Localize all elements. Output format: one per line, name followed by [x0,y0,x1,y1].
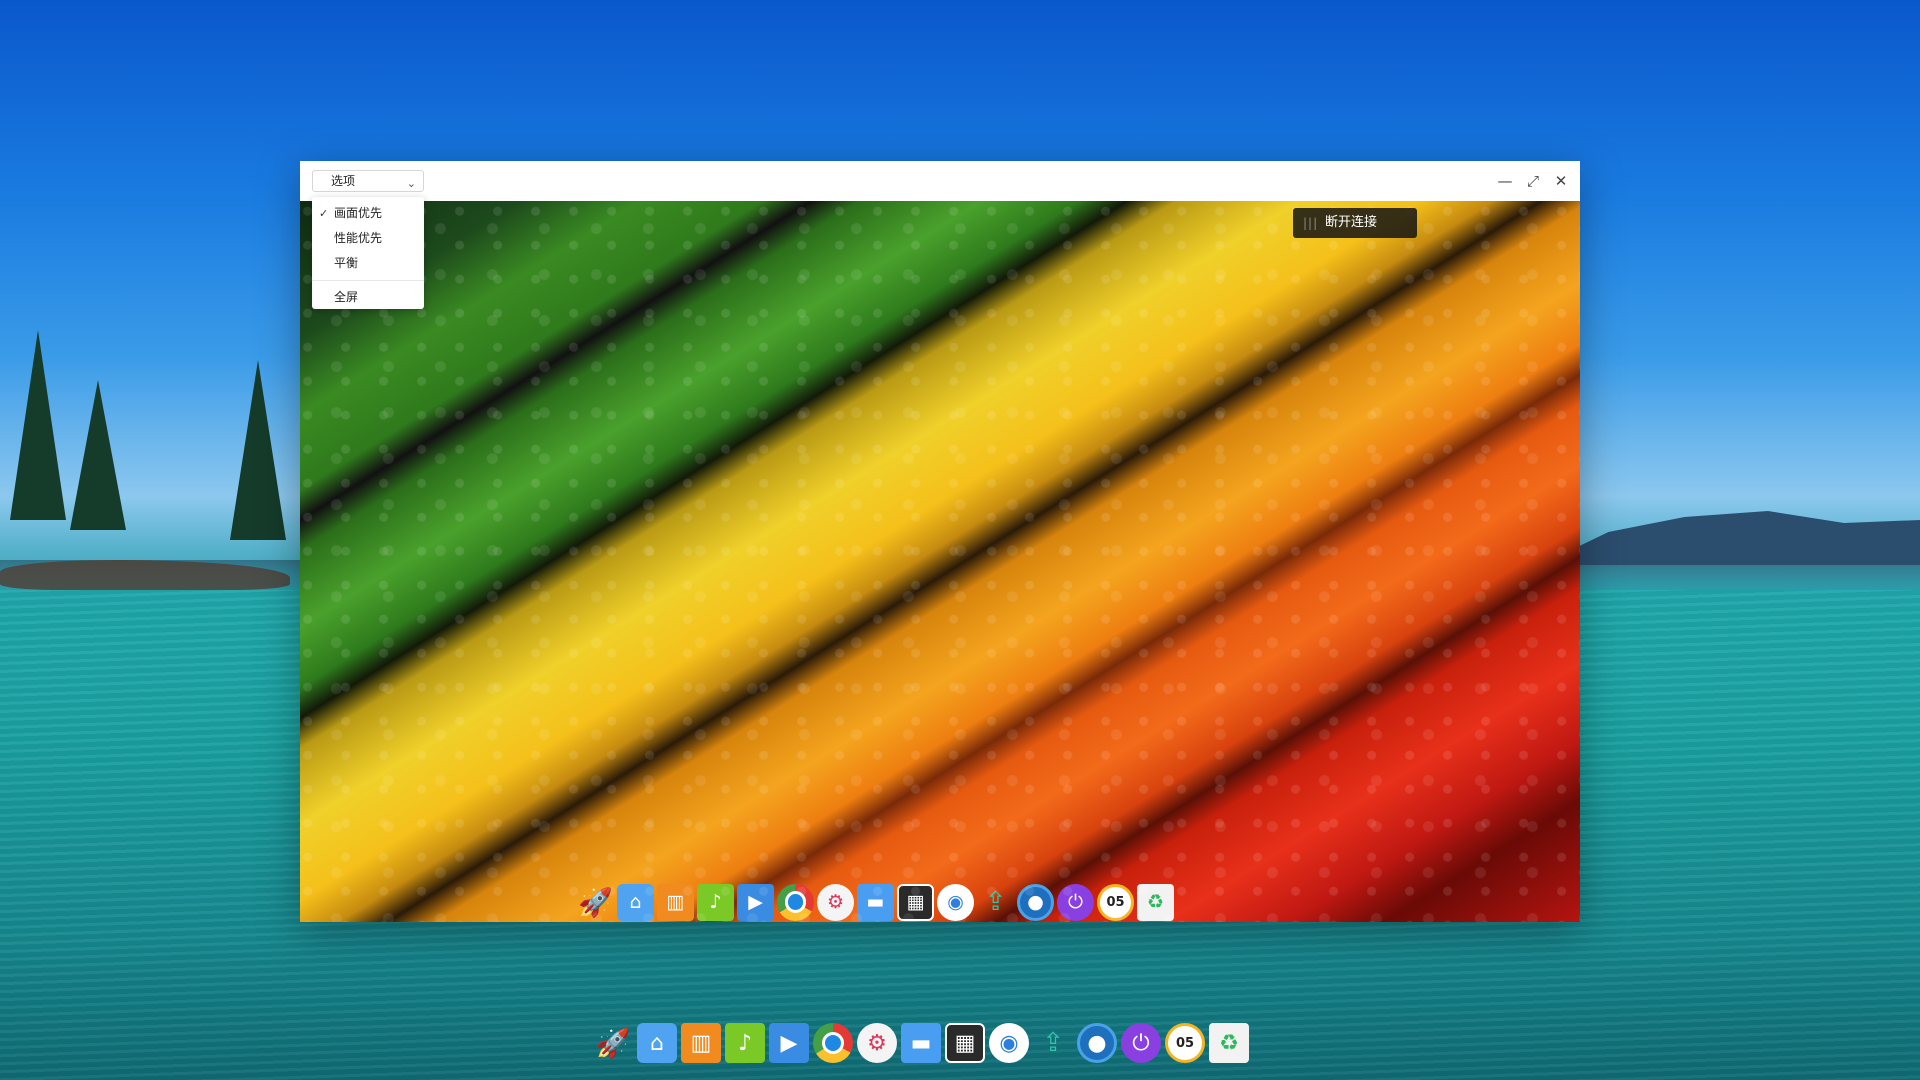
close-icon: ✕ [1554,172,1568,190]
check-icon: ✓ [319,207,329,220]
menu-item-fullscreen[interactable]: 全屏 [312,285,424,310]
video-icon: ▶ [748,891,763,913]
remote-dock-qq-button[interactable]: ● [1017,883,1054,921]
dock-folder-button[interactable]: ▬ [901,1023,941,1063]
wifi-icon: ◉ [947,891,964,913]
desktop-tree [70,380,126,530]
minimize-button[interactable]: — [1493,169,1517,193]
qq-icon: ● [1027,891,1044,913]
menu-item-performance-priority[interactable]: 性能优先 [312,226,424,251]
remote-dock-chrome-button[interactable] [777,883,814,921]
remote-dock-launcher-button[interactable]: 🚀 [577,884,614,921]
remote-dock-app-store-button[interactable]: ▥ [657,883,694,921]
options-dropdown[interactable]: 选项 ⌄ [312,170,424,192]
folder-icon: ▬ [866,891,885,913]
clock-icon: 05 [1106,894,1125,910]
dock-power-button[interactable]: ⏻ [1121,1023,1161,1063]
chevron-down-icon: ⌄ [406,177,416,190]
remote-dock-clock-button[interactable]: 05 [1097,883,1134,921]
dock-clock-button[interactable]: 05 [1165,1023,1205,1063]
gear-icon: ⚙ [867,1030,887,1056]
trash-icon: ♻ [1219,1030,1239,1056]
remote-dock-settings-button[interactable]: ⚙ [817,883,854,921]
menu-item-label: 画面优先 [334,206,383,220]
folder-icon: ▬ [910,1030,932,1056]
maximize-icon: ⤢ [1526,172,1539,190]
remote-dock-network-button[interactable]: ◉ [937,883,974,921]
dock-chrome-button[interactable] [813,1023,853,1063]
dock-trash-button[interactable]: ♻ [1209,1023,1249,1063]
qq-icon: ● [1087,1030,1107,1056]
wifi-icon: ◉ [999,1030,1019,1056]
options-menu: ✓ 画面优先 性能优先 平衡 全屏 [312,197,424,309]
remote-dock-music-button[interactable]: ♪ [697,883,734,921]
menu-divider [312,280,424,281]
dock-launcher-button[interactable]: 🚀 [593,1023,633,1063]
dock-app-store-button[interactable]: ▥ [681,1023,721,1063]
dock-music-button[interactable]: ♪ [725,1023,765,1063]
taskbar-dock: 🚀 ⌂ ▥ ♪ ▶ ⚙ ▬ ▦ ◉ ⇪ ● ⏻ 05 ♻ [575,1012,1345,1074]
music-icon: ♪ [737,1030,753,1056]
remote-dock-trash-button[interactable]: ♻ [1137,883,1174,921]
trash-icon: ♻ [1146,891,1165,913]
menu-item-label: 平衡 [334,256,359,270]
home-folder-icon: ⌂ [629,891,642,913]
usb-icon: ⇪ [984,887,1007,917]
remote-screen[interactable]: ||| 断开连接 🚀 ⌂ ▥ ♪ ▶ ⚙ ▬ ▦ ◉ ⇪ ● ⏻ 05 ♻ [300,201,1580,922]
menu-item-label: 全屏 [334,290,359,304]
monitor-icon: ▦ [906,891,925,913]
clock-icon: 05 [1175,1035,1195,1051]
remote-dock-remote-desktop-button[interactable]: ▦ [897,883,934,921]
home-folder-icon: ⌂ [650,1030,664,1056]
window-titlebar[interactable]: 选项 ⌄ — ⤢ ✕ [300,161,1580,201]
monitor-icon: ▦ [954,1030,976,1056]
desktop-tree [10,330,66,520]
dock-settings-button[interactable]: ⚙ [857,1023,897,1063]
dock-video-button[interactable]: ▶ [769,1023,809,1063]
power-icon: ⏻ [1132,1030,1150,1056]
close-button[interactable]: ✕ [1549,169,1573,193]
drag-handle-icon[interactable]: ||| [1303,208,1318,238]
remote-dock-folder-button[interactable]: ▬ [857,883,894,921]
dock-network-button[interactable]: ◉ [989,1023,1029,1063]
dock-qq-button[interactable]: ● [1077,1023,1117,1063]
desktop-mountain [1540,511,1920,565]
dock-file-manager-home-button[interactable]: ⌂ [637,1023,677,1063]
disconnect-button[interactable]: ||| 断开连接 [1293,208,1417,238]
maximize-button[interactable]: ⤢ [1521,169,1545,193]
disconnect-label: 断开连接 [1325,215,1378,230]
desktop-tree [230,360,286,540]
remote-dock-usb-button[interactable]: ⇪ [977,884,1014,921]
dock-usb-button[interactable]: ⇪ [1033,1023,1073,1063]
store-bag-icon: ▥ [666,891,685,913]
music-icon: ♪ [709,891,722,913]
video-icon: ▶ [780,1030,798,1056]
gear-icon: ⚙ [826,891,845,913]
remote-dock: 🚀 ⌂ ▥ ♪ ▶ ⚙ ▬ ▦ ◉ ⇪ ● ⏻ 05 ♻ [563,881,1317,922]
rocket-icon: 🚀 [578,885,613,919]
remote-dock-power-button[interactable]: ⏻ [1057,883,1094,921]
menu-item-quality-priority[interactable]: ✓ 画面优先 [312,201,424,226]
dock-remote-desktop-button[interactable]: ▦ [945,1023,985,1063]
usb-icon: ⇪ [1042,1028,1064,1058]
remote-dock-video-button[interactable]: ▶ [737,883,774,921]
power-icon: ⏻ [1067,891,1084,913]
minimize-icon: — [1497,172,1513,190]
rocket-icon: 🚀 [595,1026,631,1060]
remote-desktop-window: 选项 ⌄ — ⤢ ✕ ✓ 画面优先 性能优先 平衡 全屏 ||| 断开连接 🚀 … [300,161,1580,922]
options-label: 选项 [331,174,356,188]
remote-dock-file-manager-home-button[interactable]: ⌂ [617,883,654,921]
menu-item-balanced[interactable]: 平衡 [312,251,424,276]
store-bag-icon: ▥ [690,1030,712,1056]
menu-item-label: 性能优先 [334,231,383,245]
